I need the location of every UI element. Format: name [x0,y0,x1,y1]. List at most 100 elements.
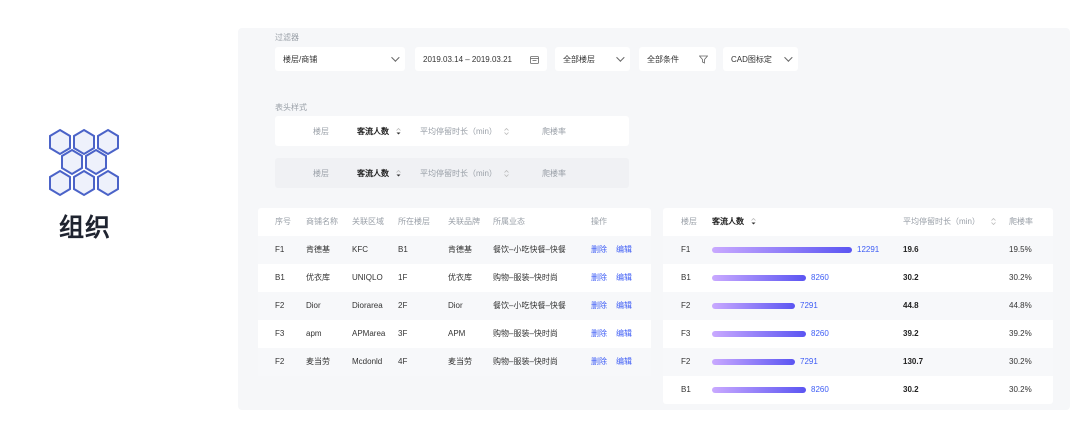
floor-stats-header: 楼层 客流人数 平均停留时长（min） 爬楼率 [663,208,1053,236]
table-cell: Dior [306,301,321,310]
header-sort-stay[interactable]: 平均停留时长（min） [420,168,509,179]
table-row: F3 8260 39.2 39.2% [663,320,1053,348]
table-cell: 购物–服装–快时尚 [493,329,558,338]
table-cell: 餐饮–小吃快餐–快餐 [493,301,566,310]
table-cell: 2F [398,301,408,310]
rate-cell: 30.2% [1009,273,1032,282]
visitors-value: 7291 [800,301,818,310]
table-cell: apm [306,329,322,338]
cad-calibration-select[interactable]: CAD图标定 [723,47,798,71]
edit-link[interactable]: 编辑 [616,292,632,320]
table-cell: 4F [398,357,408,366]
sort-icon [396,127,402,135]
stay-cell: 30.2 [903,385,919,394]
header-sort-stay[interactable]: 平均停留时长（min） [903,208,996,236]
visitors-bar [712,275,806,281]
table-cell: APM [448,329,466,338]
table-row: F2 麦当劳 Mcdonld 4F 麦当劳 购物–服装–快时尚 删除 编辑 [258,348,651,376]
component-panel: 过滤器 楼层/商铺 2019.03.14 – 2019.03.21 全部楼层 全… [238,28,1070,410]
sort-icon [991,218,996,226]
edit-link[interactable]: 编辑 [616,264,632,292]
table-cell: F2 [275,357,285,366]
delete-link[interactable]: 删除 [591,264,607,292]
stay-cell: 39.2 [903,329,919,338]
delete-link[interactable]: 删除 [591,292,607,320]
all-floors-select[interactable]: 全部楼层 [555,47,630,71]
header-sort-visitors[interactable]: 客流人数 [712,208,757,236]
table-row: F3 apm APMarea 3F APM 购物–服装–快时尚 删除 编辑 [258,320,651,348]
sort-icon [396,169,402,177]
hexagon-cluster-icon [49,128,119,197]
table-row: B1 8260 30.2 30.2% [663,264,1053,292]
chevron-down-icon [616,53,625,62]
visitors-value: 8260 [811,385,829,394]
table-cell: 购物–服装–快时尚 [493,273,558,282]
sort-icon [504,127,509,135]
table-cell: KFC [352,245,368,254]
chevron-down-icon [391,53,400,62]
header-style-label: 表头样式 [275,103,307,112]
floor-cell: F3 [681,329,691,338]
visitors-bar [712,331,806,337]
table-cell: Mcdonld [352,357,383,366]
calendar-icon [530,55,539,64]
header-sort-stay[interactable]: 平均停留时长（min） [420,126,509,137]
table-cell: 1F [398,273,408,282]
stay-cell: 30.2 [903,273,919,282]
table-row: F2 7291 130.7 30.2% [663,348,1053,376]
floor-shop-select[interactable]: 楼层/商铺 [275,47,405,71]
table-cell: F2 [275,301,285,310]
floor-cell: F2 [681,357,691,366]
delete-link[interactable]: 删除 [591,320,607,348]
edit-link[interactable]: 编辑 [616,236,632,264]
header-sort-visitors[interactable]: 客流人数 [357,168,402,179]
date-range-picker[interactable]: 2019.03.14 – 2019.03.21 [415,47,547,71]
floor-cell: F1 [681,245,691,254]
delete-link[interactable]: 删除 [591,348,607,376]
table-cell: Diorarea [352,301,383,310]
edit-link[interactable]: 编辑 [616,348,632,376]
table-cell: 3F [398,329,408,338]
visitors-bar [712,247,852,253]
table-cell: 肯德基 [306,245,330,254]
floor-stats-table: 楼层 客流人数 平均停留时长（min） 爬楼率 F1 12291 19.6 19… [663,208,1053,404]
table-row: B1 优衣库 UNIQLO 1F 优衣库 购物–服装–快时尚 删除 编辑 [258,264,651,292]
edit-link[interactable]: 编辑 [616,320,632,348]
table-cell: 餐饮–小吃快餐–快餐 [493,245,566,254]
table-cell: F3 [275,329,285,338]
filters-label: 过滤器 [275,33,299,42]
stay-cell: 130.7 [903,357,924,366]
visitors-value: 12291 [857,245,880,254]
table-row: F1 肯德基 KFC B1 肯德基 餐饮–小吃快餐–快餐 删除 编辑 [258,236,651,264]
table-cell: 肯德基 [448,245,472,254]
visitors-value: 7291 [800,357,818,366]
chevron-down-icon [784,53,793,62]
shop-table-header: 序号 商铺名称 关联区域 所在楼层 关联品牌 所属业态 操作 [275,217,607,226]
shop-table: 序号 商铺名称 关联区域 所在楼层 关联品牌 所属业态 操作 F1 肯德基 KFC B… [258,208,651,376]
table-row: B1 8260 30.2 30.2% [663,376,1053,404]
stay-cell: 19.6 [903,245,919,254]
brand-title: 组织 [59,213,112,242]
floor-cell: B1 [681,385,691,394]
floor-cell: F2 [681,301,691,310]
visitors-bar [712,303,795,309]
table-cell: APMarea [352,329,386,338]
table-row: F2 Dior Diorarea 2F Dior 餐饮–小吃快餐–快餐 删除 编辑 [258,292,651,320]
rate-cell: 44.8% [1009,301,1032,310]
all-conditions-filter[interactable]: 全部条件 [639,47,716,71]
header-style-sample-default: 楼层 客流人数 平均停留时长（min） 爬楼率 [275,116,629,146]
table-cell: 麦当劳 [448,357,472,366]
table-cell: Dior [448,301,463,310]
rate-cell: 19.5% [1009,245,1032,254]
header-style-sample-filled: 楼层 客流人数 平均停留时长（min） 爬楼率 [275,158,629,188]
delete-link[interactable]: 删除 [591,236,607,264]
visitors-value: 8260 [811,329,829,338]
visitors-value: 8260 [811,273,829,282]
table-cell: 麦当劳 [306,357,330,366]
page: 组织 过滤器 楼层/商铺 2019.03.14 – 2019.03.21 全部楼… [0,0,1080,430]
table-cell: B1 [275,273,285,282]
table-row: F2 7291 44.8 44.8% [663,292,1053,320]
table-cell: 购物–服装–快时尚 [493,357,558,366]
header-sort-visitors[interactable]: 客流人数 [357,126,402,137]
table-cell: F1 [275,245,285,254]
